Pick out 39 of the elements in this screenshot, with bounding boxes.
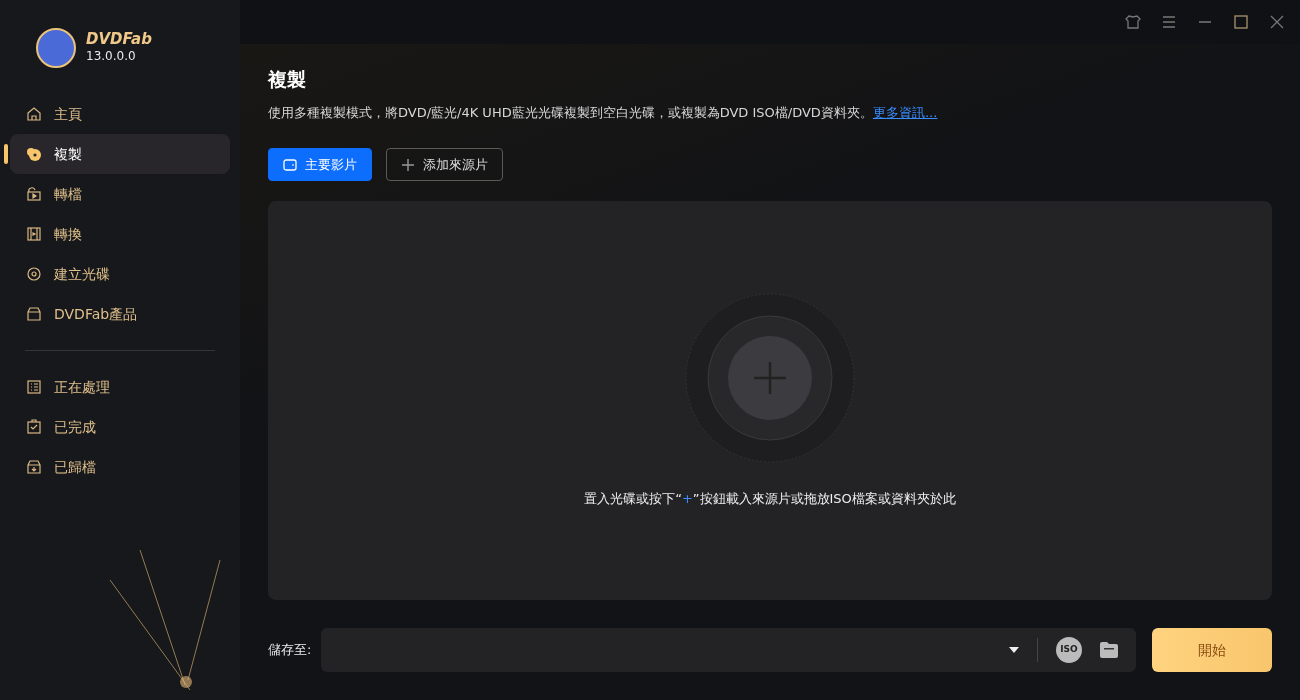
sidebar-item[interactable]: 主頁 bbox=[10, 94, 230, 134]
video-folder-icon bbox=[26, 186, 42, 202]
box-icon bbox=[26, 306, 42, 322]
film-icon bbox=[26, 226, 42, 242]
save-path-field[interactable]: ISO bbox=[321, 628, 1136, 672]
app-name: DVDFab bbox=[86, 30, 152, 48]
close-icon[interactable] bbox=[1268, 13, 1286, 31]
app-logo bbox=[36, 28, 76, 68]
dropdown-caret-icon[interactable] bbox=[1009, 647, 1019, 653]
checklist-icon bbox=[26, 379, 42, 395]
more-info-link[interactable]: 更多資訊... bbox=[872, 104, 938, 120]
mode-button[interactable]: 主要影片 bbox=[268, 148, 372, 182]
disc-icon bbox=[26, 266, 42, 282]
home-icon bbox=[26, 106, 42, 122]
drop-hint: 置入光碟或按下“+”按鈕載入來源片或拖放ISO檔案或資料夾於此 bbox=[584, 489, 956, 508]
sidebar-item[interactable]: DVDFab產品 bbox=[10, 294, 230, 334]
start-button[interactable]: 開始 bbox=[1152, 628, 1272, 672]
iso-button[interactable]: ISO bbox=[1056, 637, 1082, 663]
plus-icon bbox=[401, 157, 415, 172]
folder-icon[interactable] bbox=[1100, 642, 1118, 658]
sidebar-item[interactable]: 正在處理 bbox=[10, 367, 230, 407]
shirt-icon[interactable] bbox=[1124, 13, 1142, 31]
page-description: 使用多種複製模式，將DVD/藍光/4K UHD藍光光碟複製到空白光碟，或複製為DVD ISO檔/DVD資料夾。更多資訊... bbox=[268, 103, 939, 122]
sidebar-item[interactable]: 轉換 bbox=[10, 214, 230, 254]
menu-icon[interactable] bbox=[1160, 13, 1178, 31]
sidebar-item[interactable]: 建立光碟 bbox=[10, 254, 230, 294]
sidebar-item[interactable]: 已完成 bbox=[10, 407, 230, 447]
screen-icon bbox=[283, 157, 297, 172]
save-to-label: 儲存至: bbox=[268, 641, 312, 660]
sidebar-item[interactable]: 已歸檔 bbox=[10, 447, 230, 487]
clipboard-check-icon bbox=[26, 419, 42, 435]
disc-icon bbox=[26, 146, 42, 162]
sidebar-item[interactable]: 轉檔 bbox=[10, 174, 230, 214]
app-version: 13.0.0.0 bbox=[86, 48, 137, 66]
mode-button[interactable]: 添加來源片 bbox=[386, 148, 503, 182]
archive-box-icon bbox=[26, 459, 42, 475]
drop-area[interactable]: 置入光碟或按下“+”按鈕載入來源片或拖放ISO檔案或資料夾於此 bbox=[268, 201, 1272, 600]
maximize-icon[interactable] bbox=[1232, 13, 1250, 31]
page-title: 複製 bbox=[268, 68, 307, 91]
